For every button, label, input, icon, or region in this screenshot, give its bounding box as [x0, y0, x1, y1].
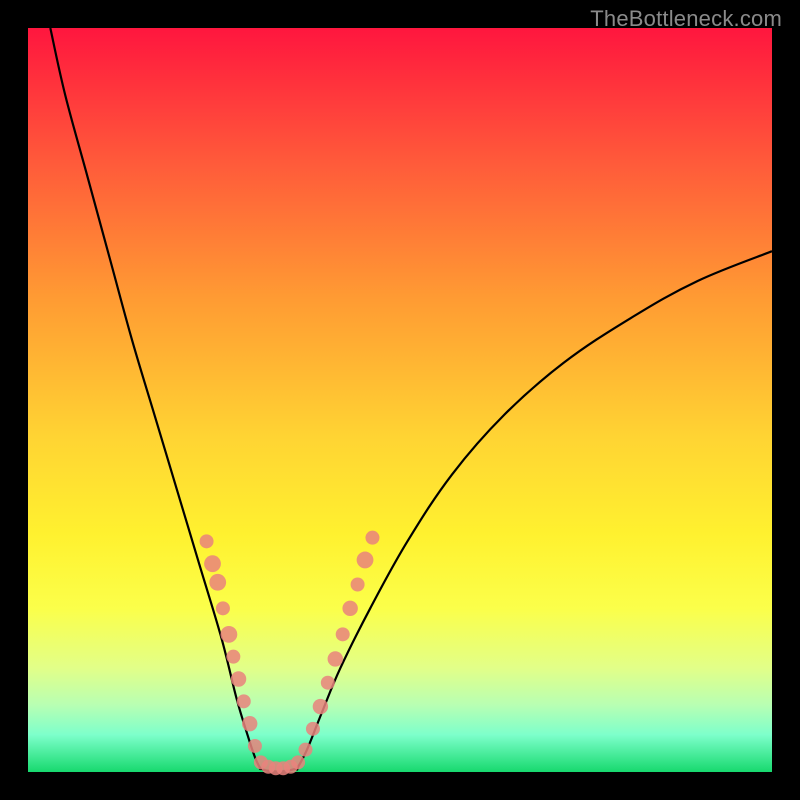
curve-marker: [226, 650, 240, 664]
curve-marker: [231, 671, 246, 686]
curve-marker: [328, 651, 343, 666]
curve-marker: [209, 574, 226, 591]
curve-marker: [200, 534, 214, 548]
curve-marker: [237, 694, 251, 708]
curve-marker: [365, 531, 379, 545]
curve-marker: [242, 716, 257, 731]
curve-marker: [216, 601, 230, 615]
curve-marker: [299, 743, 313, 757]
marker-group: [200, 531, 380, 776]
curve-marker: [291, 755, 305, 769]
curve-marker: [342, 601, 357, 616]
curve-marker: [248, 739, 262, 753]
curve-marker: [220, 626, 237, 643]
watermark-text: TheBottleneck.com: [590, 6, 782, 32]
curve-marker: [321, 676, 335, 690]
curve-marker: [357, 552, 374, 569]
curve-marker: [351, 578, 365, 592]
chart-overlay: [28, 28, 772, 772]
bottleneck-curve: [50, 28, 772, 771]
curve-marker: [336, 627, 350, 641]
curve-marker: [313, 699, 328, 714]
curve-marker: [306, 722, 320, 736]
curve-marker: [204, 555, 221, 572]
